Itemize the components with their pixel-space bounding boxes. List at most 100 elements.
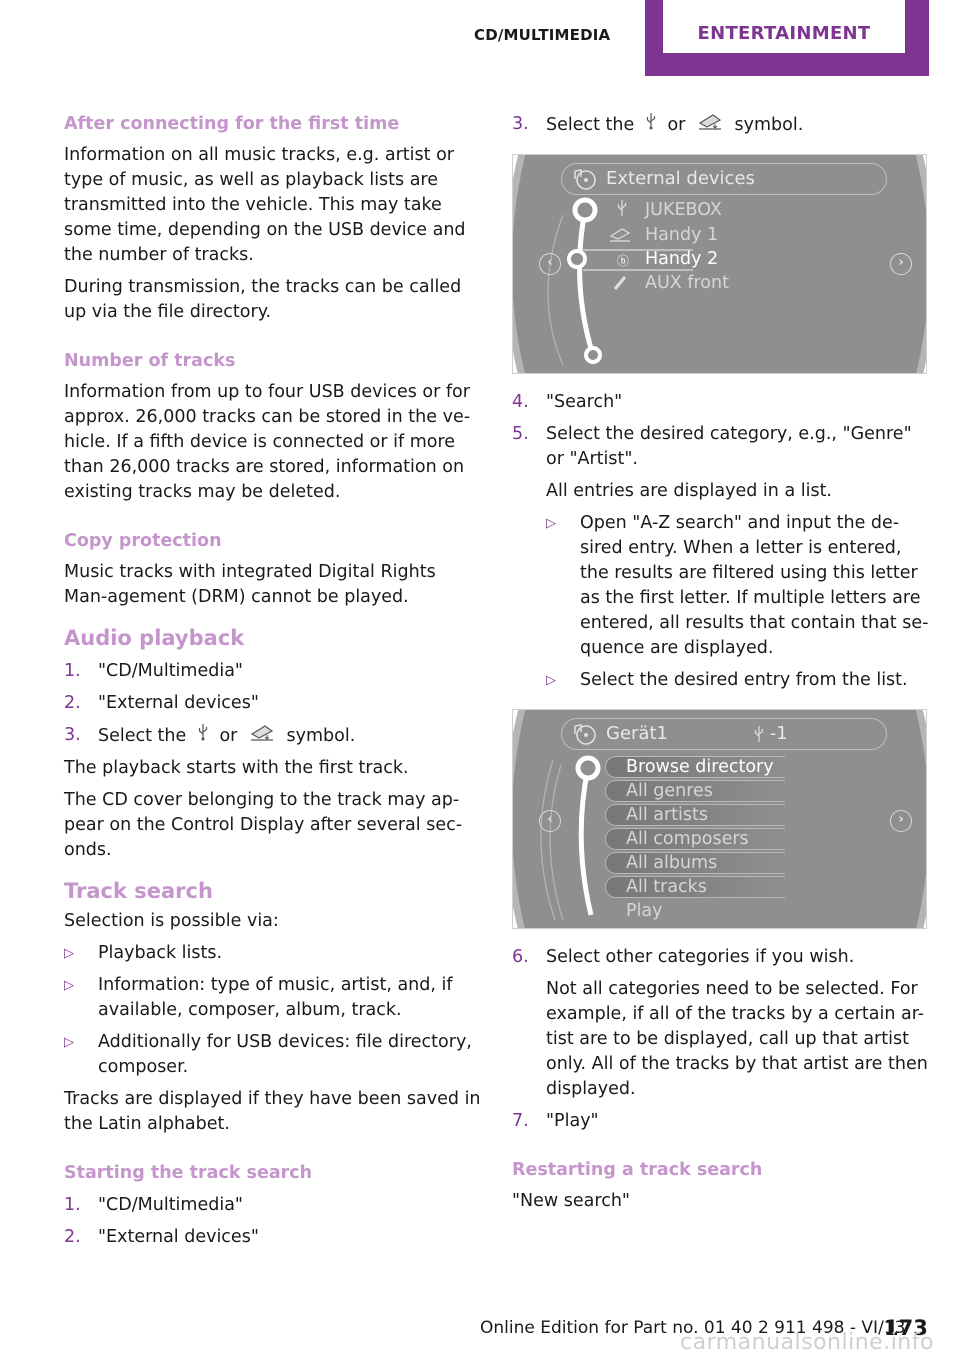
list-item: 2. "External devices"	[64, 1225, 484, 1250]
triangle-bullet-icon: ▷	[64, 978, 74, 993]
phone-cradle-icon	[609, 225, 631, 250]
list-item: 3. Select the or symbol.	[64, 723, 484, 749]
header-section-title: CD/MULTIMEDIA	[474, 26, 611, 44]
usb-icon	[646, 112, 656, 138]
bullet-item: ▷ Additionally for USB devices: file dir…	[64, 1030, 484, 1080]
triangle-bullet-icon: ▷	[64, 1035, 74, 1050]
paragraph: Not all categories need to be selected. …	[546, 979, 928, 1099]
step-text-pre: Select the	[546, 115, 635, 135]
bluetooth-icon: ⓑ	[617, 254, 630, 268]
step-number: 3.	[64, 725, 81, 745]
list-item: 2. "External devices"	[64, 691, 484, 716]
aux-plug-icon	[613, 273, 629, 299]
menu-item-all-artists[interactable]: All artists	[626, 803, 708, 828]
triangle-bullet-icon: ▷	[546, 516, 556, 531]
step-text: Select the or symbol.	[546, 112, 932, 138]
paragraph: The CD cover belonging to the track may …	[64, 790, 463, 860]
step-number: 4.	[512, 392, 529, 412]
step-text: "Search"	[546, 392, 623, 412]
step-text: "External devices"	[98, 1227, 259, 1247]
list-item: 1. "CD/Multimedia"	[64, 1193, 484, 1218]
menu-item-all-tracks[interactable]: All tracks	[626, 875, 707, 900]
heading-restarting-search: Restarting a track search	[512, 1160, 763, 1180]
step-number: 1.	[64, 661, 81, 681]
paragraph: During transmission, the tracks can be c…	[64, 277, 462, 322]
menu-item-all-composers[interactable]: All composers	[626, 827, 749, 852]
selection-arc	[547, 197, 693, 366]
nav-back-button[interactable]: ‹	[539, 810, 561, 832]
step-number: 3.	[512, 114, 529, 134]
step-text: "Play"	[546, 1111, 599, 1131]
bullet-text: Select the desired entry from the list.	[580, 670, 908, 690]
device-item-handy-2[interactable]: Handy 2	[645, 247, 718, 272]
nav-forward-button[interactable]: ›	[890, 810, 912, 832]
paragraph: Information on all music tracks, e.g. ar…	[64, 145, 466, 265]
step-text: "CD/Multimedia"	[98, 661, 243, 681]
menu-item-all-albums[interactable]: All albums	[626, 851, 717, 876]
list-item: 6. Select other categories if you wish.	[512, 945, 932, 970]
step-text: Select other categories if you wish.	[546, 947, 855, 967]
step-text-mid: or	[667, 115, 686, 135]
bullet-text: Open "A-Z search" and input the de-sired…	[580, 513, 929, 658]
heading-number-of-tracks: Number of tracks	[64, 351, 236, 371]
step-number: 2.	[64, 693, 81, 713]
phone-cradle-icon	[697, 112, 723, 138]
usb-icon	[617, 199, 627, 225]
step-text-post: symbol.	[286, 726, 356, 746]
list-item: 5. Select the desired category, e.g., "G…	[512, 422, 932, 472]
list-item: 1. "CD/Multimedia"	[64, 659, 484, 684]
left-column: After connecting for the first time Info…	[64, 112, 484, 1250]
bullet-text: Additionally for USB devices: file direc…	[98, 1032, 472, 1077]
screenshot-device-menu: Gerät1 -1 ‹ › Browse directory All genre…	[512, 709, 927, 929]
step-number: 6.	[512, 947, 529, 967]
paragraph: Selection is possible via:	[64, 911, 279, 931]
step-text-pre: Select the	[98, 726, 187, 746]
chapter-tab-title: ENTERTAINMENT	[663, 0, 905, 53]
heading-starting-search: Starting the track search	[64, 1163, 313, 1183]
nav-forward-button[interactable]: ›	[890, 253, 912, 275]
menu-item-all-genres[interactable]: All genres	[626, 779, 713, 804]
menu-item-play[interactable]: Play	[626, 899, 663, 924]
right-column: 3. Select the or symbol. External device…	[512, 112, 932, 1214]
list-item: 3. Select the or symbol.	[512, 112, 932, 138]
heading-after-connecting: After connecting for the first time	[64, 114, 400, 134]
heading-audio-playback: Audio playback	[64, 626, 245, 650]
step-number: 2.	[64, 1227, 81, 1247]
list-item: 7. "Play"	[512, 1109, 932, 1134]
step-number: 5.	[512, 424, 529, 444]
bullet-text: Playback lists.	[98, 943, 223, 963]
device-item-handy-1[interactable]: Handy 1	[645, 223, 718, 248]
heading-track-search: Track search	[64, 879, 213, 903]
paragraph: Information from up to four USB devices …	[64, 382, 471, 502]
menu-item-browse-directory[interactable]: Browse directory	[626, 755, 774, 780]
paragraph: "New search"	[512, 1191, 630, 1211]
bullet-item: ▷ Playback lists.	[64, 941, 484, 966]
bullet-item: ▷ Open "A-Z search" and input the de-sir…	[512, 511, 932, 661]
step-text: "External devices"	[98, 693, 259, 713]
usb-icon	[198, 723, 208, 749]
nav-back-button[interactable]: ‹	[539, 253, 561, 275]
step-text: Select the desired category, e.g., "Genr…	[546, 424, 912, 469]
bullet-text: Information: type of music, artist, and,…	[98, 975, 453, 1020]
heading-copy-protection: Copy protection	[64, 531, 222, 551]
step-number: 7.	[512, 1111, 529, 1131]
paragraph: All entries are displayed in a list.	[546, 481, 832, 501]
list-item: 4. "Search"	[512, 390, 932, 415]
watermark: carmanualsonline.info	[680, 1330, 934, 1355]
paragraph: The playback starts with the first track…	[64, 758, 409, 778]
step-text-mid: or	[219, 726, 238, 746]
bullet-item: ▷ Select the desired entry from the list…	[512, 668, 932, 693]
step-text-post: symbol.	[734, 115, 804, 135]
screenshot-external-devices: External devices ‹ › JUKEBOX Handy 1 ⓑ H…	[512, 154, 927, 374]
paragraph: Music tracks with integrated Digital Rig…	[64, 562, 436, 607]
step-text: Select the or symbol.	[98, 723, 484, 749]
triangle-bullet-icon: ▷	[64, 946, 74, 961]
phone-cradle-icon	[249, 723, 275, 749]
device-item-jukebox[interactable]: JUKEBOX	[645, 198, 722, 223]
device-item-aux-front[interactable]: AUX front	[645, 271, 729, 296]
paragraph: Tracks are displayed if they have been s…	[64, 1089, 481, 1134]
triangle-bullet-icon: ▷	[546, 673, 556, 688]
bullet-item: ▷ Information: type of music, artist, an…	[64, 973, 484, 1023]
step-text: "CD/Multimedia"	[98, 1195, 243, 1215]
step-number: 1.	[64, 1195, 81, 1215]
